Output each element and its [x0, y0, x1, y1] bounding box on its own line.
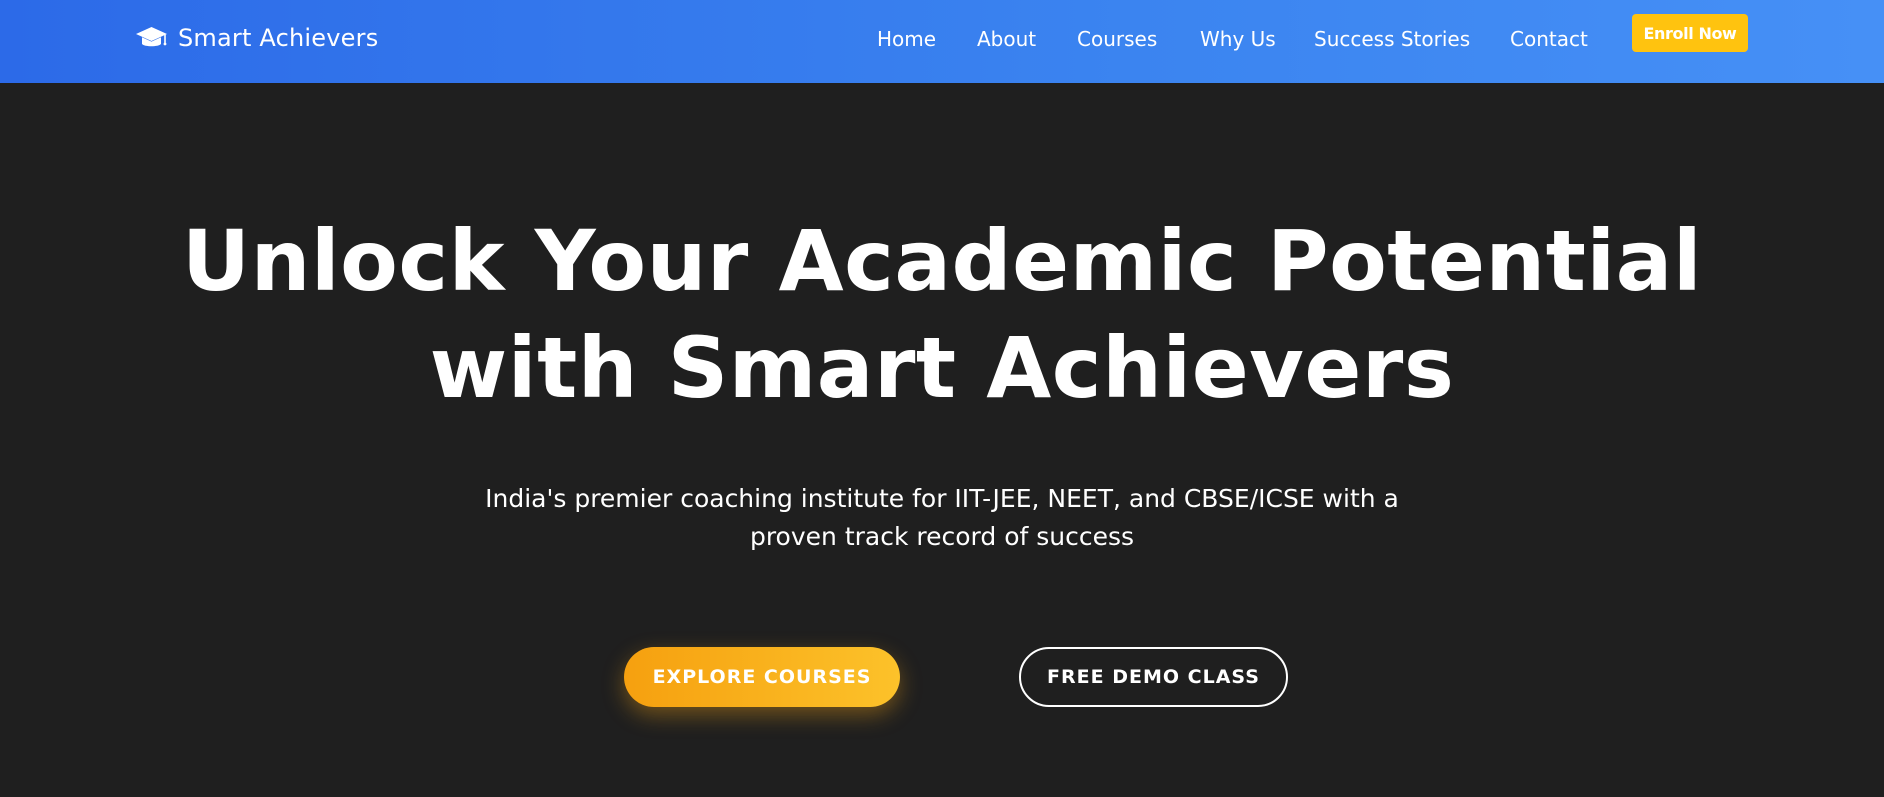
- hero-title: Unlock Your Academic Potential with Smar…: [0, 208, 1884, 422]
- nav-success-stories[interactable]: Success Stories: [1314, 25, 1470, 53]
- nav-courses[interactable]: Courses: [1077, 25, 1157, 53]
- nav-home[interactable]: Home: [877, 25, 936, 53]
- hero-title-line-2: with Smart Achievers: [429, 319, 1455, 417]
- hero-title-line-1: Unlock Your Academic Potential: [181, 212, 1703, 310]
- brand-name: Smart Achievers: [178, 24, 379, 52]
- enroll-now-button[interactable]: Enroll Now: [1632, 14, 1748, 52]
- hero-section: Unlock Your Academic Potential with Smar…: [0, 83, 1884, 797]
- navbar: Smart Achievers Home About Courses Why U…: [0, 0, 1884, 83]
- hero-subtitle: India's premier coaching institute for I…: [0, 480, 1884, 556]
- explore-courses-button[interactable]: EXPLORE COURSES: [624, 647, 900, 707]
- hero-subtitle-line-2: proven track record of success: [749, 522, 1135, 551]
- hero-subtitle-line-1: India's premier coaching institute for I…: [485, 484, 1399, 513]
- brand-logo-link[interactable]: Smart Achievers: [135, 21, 378, 55]
- nav-about[interactable]: About: [977, 25, 1036, 53]
- graduation-cap-icon: [135, 25, 168, 51]
- nav-why-us[interactable]: Why Us: [1200, 25, 1276, 53]
- free-demo-class-button[interactable]: FREE DEMO CLASS: [1019, 647, 1288, 707]
- nav-contact[interactable]: Contact: [1510, 25, 1588, 53]
